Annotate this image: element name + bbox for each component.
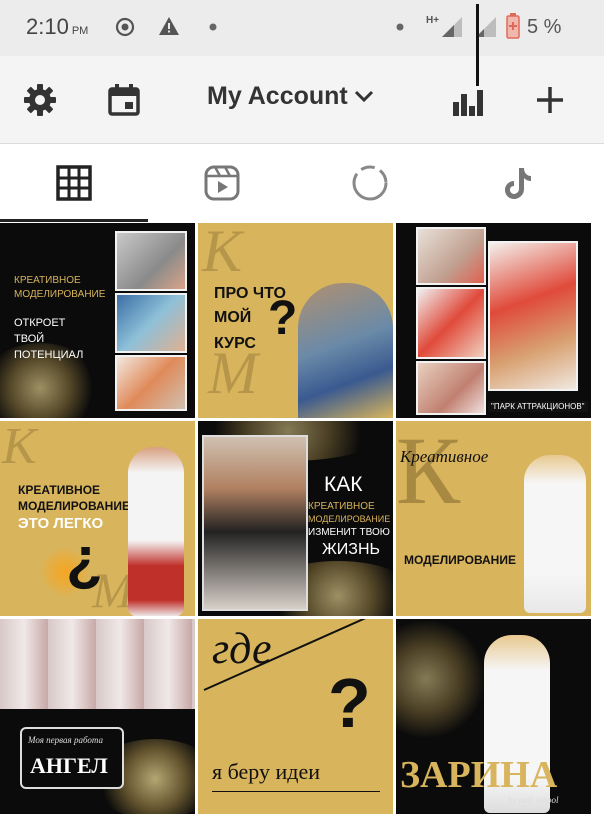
post-3-photo-4 — [488, 241, 578, 391]
post-6-caption: МОДЕЛИРОВАНИЕ — [404, 553, 516, 567]
post-3-photo-2 — [416, 287, 486, 359]
tab-grid[interactable] — [0, 144, 148, 222]
post-2-letter-k: К — [202, 223, 242, 284]
tab-stories[interactable] — [296, 144, 444, 222]
notification-dot-icon — [209, 23, 217, 31]
post-1-line1: КРЕАТИВНОЕ — [14, 275, 81, 286]
tab-tiktok[interactable] — [444, 144, 592, 222]
post-4-letter-k: К — [2, 421, 37, 475]
post-3-photo-3 — [416, 361, 486, 415]
post-9-title: ЗАРИНА — [400, 754, 558, 796]
post-4[interactable]: К М КРЕАТИВНОЕ МОДЕЛИРОВАНИЕ ЭТО ЛЕГКО ? — [0, 421, 195, 616]
sync-icon — [115, 17, 135, 37]
post-2-model-photo — [298, 283, 393, 418]
stories-circle-icon — [352, 165, 388, 201]
status-bar: 2:10 PM H+ 5 % — [0, 0, 604, 56]
post-5-line5: ЖИЗНЬ — [322, 541, 380, 558]
post-7-photo-strip — [0, 619, 195, 709]
post-6-model-photo — [524, 455, 586, 613]
post-1-photo-3 — [115, 355, 187, 411]
post-3-photo-1 — [416, 227, 486, 285]
post-4-line3: ЭТО ЛЕГКО — [18, 515, 104, 532]
insights-bar-chart-icon — [453, 90, 483, 116]
post-3[interactable]: "ПАРК АТТРАКЦИОНОВ" — [396, 223, 591, 418]
status-dot-icon — [396, 23, 404, 31]
post-8-caption: я беру идеи — [212, 759, 321, 784]
warning-icon — [159, 17, 179, 35]
post-1-line4: ТВОЙ — [14, 333, 45, 345]
account-label: My Account — [207, 82, 348, 110]
post-7-title: АНГЕЛ — [30, 753, 108, 778]
insights-button[interactable] — [448, 80, 488, 120]
settings-gear-icon — [24, 84, 56, 116]
scroll-indicator-line — [476, 4, 479, 86]
account-switcher[interactable]: My Account — [207, 82, 374, 111]
chevron-down-icon — [354, 90, 373, 102]
tiktok-icon — [505, 168, 531, 199]
profile-tabs — [0, 144, 604, 222]
posts-grid: КРЕАТИВНОЕ МОДЕЛИРОВАНИЕ ОТКРОЕТ ТВОЙ ПО… — [0, 223, 604, 840]
post-3-caption: "ПАРК АТТРАКЦИОНОВ" — [488, 401, 588, 412]
tab-reels[interactable] — [148, 144, 296, 222]
post-9[interactable]: ЗАРИНА by nail school — [396, 619, 591, 814]
network-type-label: H+ — [426, 15, 440, 26]
post-5-line4: ИЗМЕНИТ ТВОЮ — [308, 527, 390, 538]
post-2-question-mark: ? — [268, 292, 298, 345]
add-post-button[interactable] — [530, 80, 570, 120]
post-7-subtitle: Моя первая работа — [28, 735, 103, 745]
post-1-line3: ОТКРОЕТ — [14, 317, 66, 329]
settings-button[interactable] — [20, 80, 60, 120]
post-6-script: Креативное — [400, 447, 489, 466]
battery-percent: 5 % — [527, 16, 562, 38]
post-4-line2: МОДЕЛИРОВАНИЕ — [18, 499, 130, 513]
post-1-line2: МОДЕЛИРОВАНИЕ — [14, 289, 106, 300]
add-plus-icon — [537, 87, 563, 113]
post-4-model-photo — [128, 447, 184, 616]
post-1-photo-1 — [115, 231, 187, 291]
calendar-icon — [108, 84, 140, 116]
post-5-line2: КРЕАТИВНОЕ — [308, 501, 375, 512]
post-5-line3: МОДЕЛИРОВАНИЕ — [308, 514, 391, 524]
post-1-photo-2 — [115, 293, 187, 353]
post-1-line5: ПОТЕНЦИАЛ — [14, 349, 84, 361]
post-2[interactable]: К М ПРО ЧТО МОЙ КУРС ? — [198, 223, 393, 418]
signal-icon — [442, 17, 462, 37]
post-2-line3: КУРС — [214, 335, 256, 352]
post-9-subtitle: by nail school — [508, 795, 559, 805]
post-5-model-photo — [202, 435, 308, 611]
status-time: 2:10 PM — [26, 14, 89, 39]
post-6-letter-k: К — [396, 421, 461, 524]
post-5[interactable]: КАК КРЕАТИВНОЕ МОДЕЛИРОВАНИЕ ИЗМЕНИТ ТВО… — [198, 421, 393, 616]
active-tab-indicator — [0, 219, 148, 222]
post-2-line2: МОЙ — [214, 309, 252, 326]
post-6[interactable]: К Креативное МОДЕЛИРОВАНИЕ — [396, 421, 591, 616]
post-4-question-mark: ? — [66, 534, 103, 601]
top-app-bar: My Account — [0, 4, 604, 144]
post-5-line1: КАК — [324, 473, 363, 496]
post-4-line1: КРЕАТИВНОЕ — [18, 483, 101, 497]
post-8-underline — [212, 791, 380, 792]
post-1[interactable]: КРЕАТИВНОЕ МОДЕЛИРОВАНИЕ ОТКРОЕТ ТВОЙ ПО… — [0, 223, 195, 418]
post-8-question-mark: ? — [328, 664, 371, 742]
battery-low-icon — [506, 13, 520, 39]
grid-icon — [56, 165, 92, 201]
reels-icon — [204, 165, 240, 201]
post-7[interactable]: Моя первая работа АНГЕЛ — [0, 619, 195, 814]
post-8[interactable]: где ? я беру идеи — [198, 619, 393, 814]
calendar-button[interactable] — [104, 80, 144, 120]
post-8-script: где — [212, 624, 272, 673]
